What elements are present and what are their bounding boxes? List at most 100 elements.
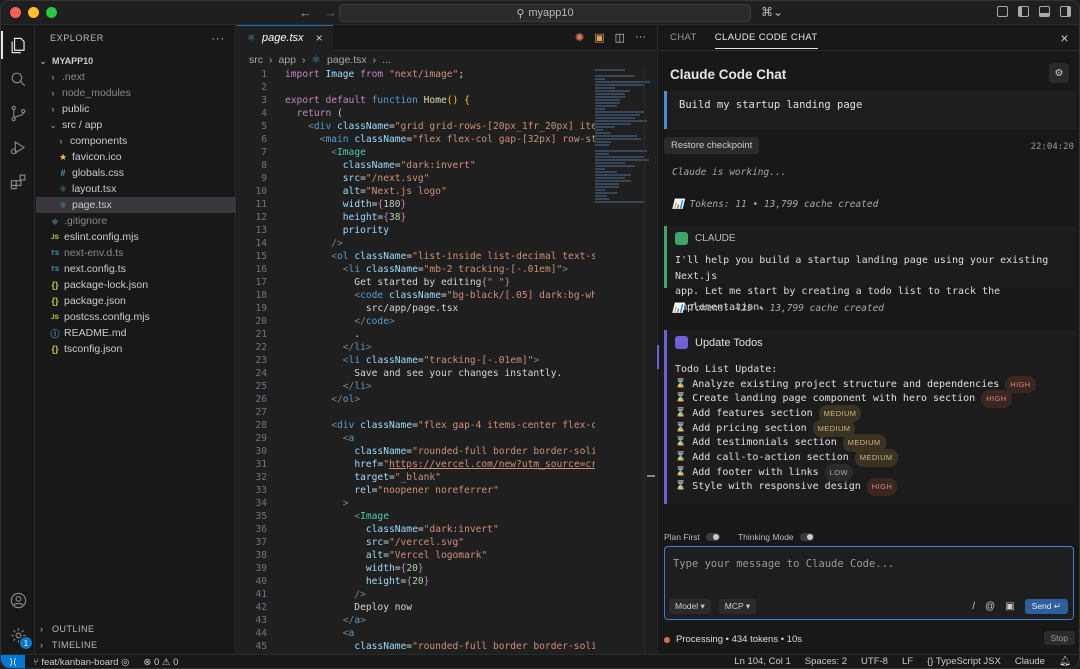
tree-item[interactable]: ★ favicon.ico xyxy=(36,149,236,165)
tree-item[interactable]: ⚛ layout.tsx xyxy=(36,181,236,197)
toggle-secondary-sidebar-icon[interactable] xyxy=(1060,6,1071,17)
tab-page-tsx[interactable]: ⚛ page.tsx × xyxy=(237,24,333,51)
tree-item[interactable]: TS next.config.ts xyxy=(36,261,236,277)
explorer-icon[interactable] xyxy=(1,31,28,59)
close-panel-icon[interactable]: × xyxy=(1060,30,1069,46)
customize-layout-icon[interactable] xyxy=(997,6,1008,17)
encoding[interactable]: UTF-8 xyxy=(861,656,888,667)
plan-first-toggle[interactable]: Plan First xyxy=(664,532,720,542)
restore-checkpoint-button[interactable]: Restore checkpoint xyxy=(664,137,760,154)
tree-item[interactable]: ◆ .gitignore xyxy=(36,213,236,229)
chat-title: Claude Code Chat xyxy=(670,67,787,82)
tree-item[interactable]: {} package-lock.json xyxy=(36,277,236,293)
code-line: priority xyxy=(342,225,389,236)
notifications-bell-icon[interactable]: 🔔︎ xyxy=(1059,656,1071,667)
problems-indicator[interactable]: ⊗ 0 ⚠ 0 xyxy=(143,657,178,668)
remote-indicator-icon[interactable]: ⟩⟨ xyxy=(1,654,25,668)
minimap-line xyxy=(595,192,617,194)
minimize-window-button[interactable] xyxy=(28,7,39,18)
todo-item: ⌛ Create landing page component with hero… xyxy=(675,390,1076,408)
tree-item-label: public xyxy=(62,103,90,115)
line-number: 3 xyxy=(261,95,267,106)
run-debug-icon[interactable] xyxy=(8,137,28,157)
breadcrumb-more[interactable]: ... xyxy=(382,54,391,66)
chat-bubble-icon[interactable]: ▣ xyxy=(594,31,604,44)
tsx-file-icon: ⚛ xyxy=(58,199,68,210)
image-attach-icon[interactable]: ▣ xyxy=(1005,601,1014,612)
code-line: height={38} xyxy=(342,212,407,223)
close-window-button[interactable] xyxy=(10,7,21,18)
settings-gear-icon[interactable]: ⚙ xyxy=(1049,63,1069,83)
tree-item[interactable]: ⓘ README.md xyxy=(36,325,236,341)
tree-item[interactable]: › components xyxy=(36,133,236,149)
tree-item[interactable]: › public xyxy=(36,101,236,117)
more-actions-icon[interactable]: ··· xyxy=(635,31,646,44)
search-icon[interactable] xyxy=(8,69,28,89)
toggle-switch[interactable] xyxy=(799,533,814,541)
end-of-line[interactable]: LF xyxy=(902,656,913,667)
mcp-select-button[interactable]: MCP ▾ xyxy=(718,599,757,614)
minimap-line xyxy=(595,102,620,104)
code-line: </li> xyxy=(342,342,372,353)
todo-item: ⌛ Style with responsive design HIGH xyxy=(675,478,1076,496)
tree-item[interactable]: ⚛ page.tsx xyxy=(36,197,236,213)
line-number: 41 xyxy=(255,589,267,600)
model-select-button[interactable]: Model ▾ xyxy=(669,599,711,614)
thinking-mode-toggle[interactable]: Thinking Mode xyxy=(738,532,814,542)
tree-item[interactable]: › node_modules xyxy=(36,85,236,101)
copilot-icon[interactable]: ⌘⌄ xyxy=(761,5,783,19)
tree-item[interactable]: TS next-env.d.ts xyxy=(36,245,236,261)
message-input[interactable]: Type your message to Claude Code... Mode… xyxy=(664,546,1074,620)
cursor-position[interactable]: Ln 104, Col 1 xyxy=(734,656,791,667)
sash-handle[interactable] xyxy=(657,345,659,369)
tab-claude-code-chat[interactable]: CLAUDE CODE CHAT xyxy=(714,26,818,49)
breadcrumb-src[interactable]: src xyxy=(249,54,263,66)
workspace-root[interactable]: ⌄ MYAPP10 xyxy=(36,53,236,69)
branch-indicator[interactable]: ⑂ feat/kanban-board ◎ xyxy=(33,657,129,668)
indentation[interactable]: Spaces: 2 xyxy=(805,656,847,667)
forward-arrow-icon[interactable]: → xyxy=(324,5,337,20)
claude-extension-status[interactable]: Claude xyxy=(1015,656,1045,667)
language-mode[interactable]: {} TypeScript JSX xyxy=(927,656,1001,667)
zoom-window-button[interactable] xyxy=(46,7,57,18)
editor-scrollbar[interactable] xyxy=(644,69,656,654)
toggle-switch[interactable] xyxy=(705,533,720,541)
timeline-section[interactable]: › TIMELINE xyxy=(36,637,236,653)
code-line: <a xyxy=(342,433,355,444)
tree-item[interactable]: JS eslint.config.mjs xyxy=(36,229,236,245)
line-number: 19 xyxy=(255,303,267,314)
close-tab-icon[interactable]: × xyxy=(316,31,323,45)
more-actions-icon[interactable]: ··· xyxy=(211,31,225,45)
breadcrumb-app[interactable]: app xyxy=(279,54,297,66)
json-file-icon: {} xyxy=(51,280,59,290)
extensions-icon[interactable] xyxy=(8,171,28,191)
split-editor-icon[interactable]: ◫ xyxy=(615,31,625,44)
stop-button[interactable]: Stop xyxy=(1043,631,1075,645)
account-icon[interactable] xyxy=(8,590,28,610)
breadcrumb-file[interactable]: page.tsx xyxy=(327,54,367,66)
send-button[interactable]: Send ↵ xyxy=(1024,599,1068,614)
slash-command-button[interactable]: / xyxy=(972,601,975,612)
minimap-line xyxy=(595,90,630,92)
source-control-icon[interactable] xyxy=(8,103,28,123)
command-search[interactable]: ⚲ myapp10 xyxy=(339,4,751,22)
tree-item[interactable]: › .next xyxy=(36,69,236,85)
outline-section[interactable]: › OUTLINE xyxy=(36,621,236,637)
settings-gear-icon[interactable]: 1 xyxy=(8,625,32,649)
mention-button[interactable]: @ xyxy=(985,601,995,612)
minimap-line xyxy=(595,180,631,182)
breadcrumb: src › app › ⚛ page.tsx › ... xyxy=(237,51,656,69)
toggle-panel-icon[interactable] xyxy=(1039,6,1050,17)
tree-item[interactable]: ⌄ src / app xyxy=(36,117,236,133)
tree-item[interactable]: JS postcss.config.mjs xyxy=(36,309,236,325)
back-arrow-icon[interactable]: ← xyxy=(299,5,312,20)
tree-item[interactable]: {} tsconfig.json xyxy=(36,341,236,357)
tree-item[interactable]: # globals.css xyxy=(36,165,236,181)
tree-item[interactable]: {} package.json xyxy=(36,293,236,309)
code-area[interactable]: 1 2 3 4 5 6 7 8 9 10 11 12 13 14 15 16 17 18 19 20 21 22 23 24 2… xyxy=(237,69,595,654)
claude-spark-icon[interactable]: ✺ xyxy=(575,31,584,44)
toggle-sidebar-icon[interactable] xyxy=(1018,6,1029,17)
minimap-line xyxy=(595,126,615,128)
tab-chat[interactable]: CHAT xyxy=(670,32,697,43)
status-left: ⑂ feat/kanban-board ◎ ⊗ 0 ⚠ 0 xyxy=(33,657,178,668)
